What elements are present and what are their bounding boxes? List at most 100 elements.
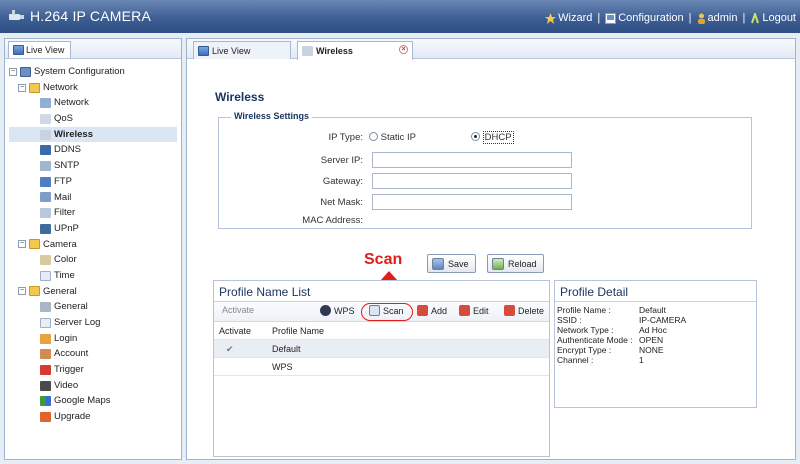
column-header: Activate xyxy=(219,326,252,336)
save-button[interactable]: Save xyxy=(427,254,476,273)
sidebar-item-network[interactable]: Network xyxy=(9,95,181,111)
collapse-icon[interactable]: − xyxy=(18,83,26,92)
upnp-icon xyxy=(40,223,51,234)
sidebar-item-ftp[interactable]: FTP xyxy=(9,174,181,190)
profile-toolbar: Activate WPS Scan Add Edit Delete xyxy=(214,302,549,322)
sidebar-item-color[interactable]: Color xyxy=(9,252,181,268)
wps-button[interactable]: WPS xyxy=(320,305,355,316)
delete-button[interactable]: Delete xyxy=(504,305,544,316)
tree-root[interactable]: − System Configuration xyxy=(9,64,181,80)
sidebar-item-sntp[interactable]: SNTP xyxy=(9,158,181,174)
server-log-icon xyxy=(40,317,51,328)
configuration-link[interactable]: Configuration xyxy=(605,12,684,24)
detail-value: 1 xyxy=(639,355,644,365)
static-ip-radio[interactable] xyxy=(369,132,378,141)
trigger-icon xyxy=(40,364,51,375)
sidebar-item-video[interactable]: Video xyxy=(9,378,181,394)
time-icon xyxy=(40,270,51,281)
configuration-label: Configuration xyxy=(618,12,684,24)
folder-icon xyxy=(29,286,40,297)
collapse-icon[interactable]: − xyxy=(9,67,17,76)
table-row[interactable]: WPS xyxy=(214,358,549,376)
sidebar-item-label: Server Log xyxy=(54,317,101,328)
tree-general-label: General xyxy=(43,285,77,297)
user-link[interactable]: admin xyxy=(697,12,738,24)
user-label: admin xyxy=(707,12,738,24)
tree-network[interactable]: − Network xyxy=(9,80,181,96)
detail-key: Encrypt Type : xyxy=(557,345,612,355)
detail-key: Channel : xyxy=(557,355,594,365)
tab-label: Wireless xyxy=(316,46,353,56)
static-ip-label: Static IP xyxy=(380,132,417,143)
wireless-icon xyxy=(40,129,51,140)
tab-live-view-sidebar[interactable]: Live View xyxy=(8,41,72,58)
gateway-input[interactable] xyxy=(372,173,572,189)
sidebar-item-label: Wireless xyxy=(54,128,93,140)
profile-name-list: Profile Name List Activate WPS Scan Add … xyxy=(213,280,550,457)
tab-live-view[interactable]: Live View xyxy=(193,41,291,59)
static-ip-option[interactable]: Static IP xyxy=(369,132,416,143)
detail-key: Authenticate Mode : xyxy=(557,335,633,345)
account-icon xyxy=(40,349,51,360)
sidebar-item-filter[interactable]: Filter xyxy=(9,205,181,221)
server-ip-input[interactable] xyxy=(372,152,572,168)
detail-key: SSID : xyxy=(557,315,582,325)
menu-separator: | xyxy=(597,12,601,24)
add-icon xyxy=(417,305,428,316)
sidebar-item-wireless[interactable]: Wireless xyxy=(9,126,177,143)
sidebar-item-mail[interactable]: Mail xyxy=(9,190,181,206)
logout-link[interactable]: Logout xyxy=(750,12,796,24)
close-icon[interactable]: × xyxy=(399,45,408,54)
table-row[interactable]: ✔ Default xyxy=(214,340,549,358)
wizard-link[interactable]: Wizard xyxy=(545,12,592,24)
general-icon xyxy=(40,302,51,313)
sidebar-item-upgrade[interactable]: Upgrade xyxy=(9,409,181,425)
sidebar-item-general[interactable]: General xyxy=(9,299,181,315)
sidebar-item-trigger[interactable]: Trigger xyxy=(9,362,181,378)
detail-row: SSID : IP-CAMERA xyxy=(557,315,686,325)
add-button[interactable]: Add xyxy=(417,305,447,316)
dhcp-option[interactable]: DHCP xyxy=(471,131,514,144)
qos-icon xyxy=(40,113,51,124)
mac-label: MAC Address: xyxy=(302,215,363,226)
top-menu: Wizard | Configuration | admin | Logout xyxy=(545,12,796,24)
monitor-icon xyxy=(13,45,24,55)
wireless-settings-group: Wireless Settings IP Type: Static IP DHC… xyxy=(218,111,752,229)
sidebar-item-account[interactable]: Account xyxy=(9,346,181,362)
detail-row: Channel : 1 xyxy=(557,355,644,365)
sidebar-item-qos[interactable]: QoS xyxy=(9,111,181,127)
sidebar-item-ddns[interactable]: DDNS xyxy=(9,142,181,158)
net-mask-input[interactable] xyxy=(372,194,572,210)
detail-value: Default xyxy=(639,305,666,315)
detail-value: OPEN xyxy=(639,335,664,345)
tree-general[interactable]: − General xyxy=(9,284,181,300)
gateway-row: Gateway: xyxy=(219,173,751,191)
mail-icon xyxy=(40,192,51,203)
activate-button[interactable]: Activate xyxy=(222,305,254,315)
reload-button[interactable]: Reload xyxy=(487,254,544,273)
sidebar-item-label: SNTP xyxy=(54,160,80,172)
detail-row: Network Type : Ad Hoc xyxy=(557,325,667,335)
sidebar-item-label: Account xyxy=(54,348,89,360)
collapse-icon[interactable]: − xyxy=(18,240,26,249)
edit-button[interactable]: Edit xyxy=(459,305,489,316)
sidebar-item-login[interactable]: Login xyxy=(9,331,181,347)
tree-camera[interactable]: − Camera xyxy=(9,237,181,253)
tab-wireless[interactable]: Wireless × xyxy=(297,41,413,60)
collapse-icon[interactable]: − xyxy=(18,287,26,296)
sidebar-item-label: Google Maps xyxy=(54,395,111,407)
google-maps-icon xyxy=(40,396,51,407)
detail-row: Encrypt Type : NONE xyxy=(557,345,664,355)
sidebar-item-server-log[interactable]: Server Log xyxy=(9,315,181,331)
monitor-icon xyxy=(198,45,209,56)
folder-icon xyxy=(29,239,40,250)
tree-network-label: Network xyxy=(43,81,78,93)
sidebar-item-google-maps[interactable]: Google Maps xyxy=(9,393,181,409)
sidebar-item-upnp[interactable]: UPnP xyxy=(9,221,181,237)
sidebar-item-time[interactable]: Time xyxy=(9,268,181,284)
dhcp-radio[interactable] xyxy=(471,132,480,141)
detail-row: Authenticate Mode : OPEN xyxy=(557,335,663,345)
tab-label: Live View xyxy=(212,45,251,56)
delete-label: Delete xyxy=(518,305,545,316)
wps-label: WPS xyxy=(334,305,355,316)
